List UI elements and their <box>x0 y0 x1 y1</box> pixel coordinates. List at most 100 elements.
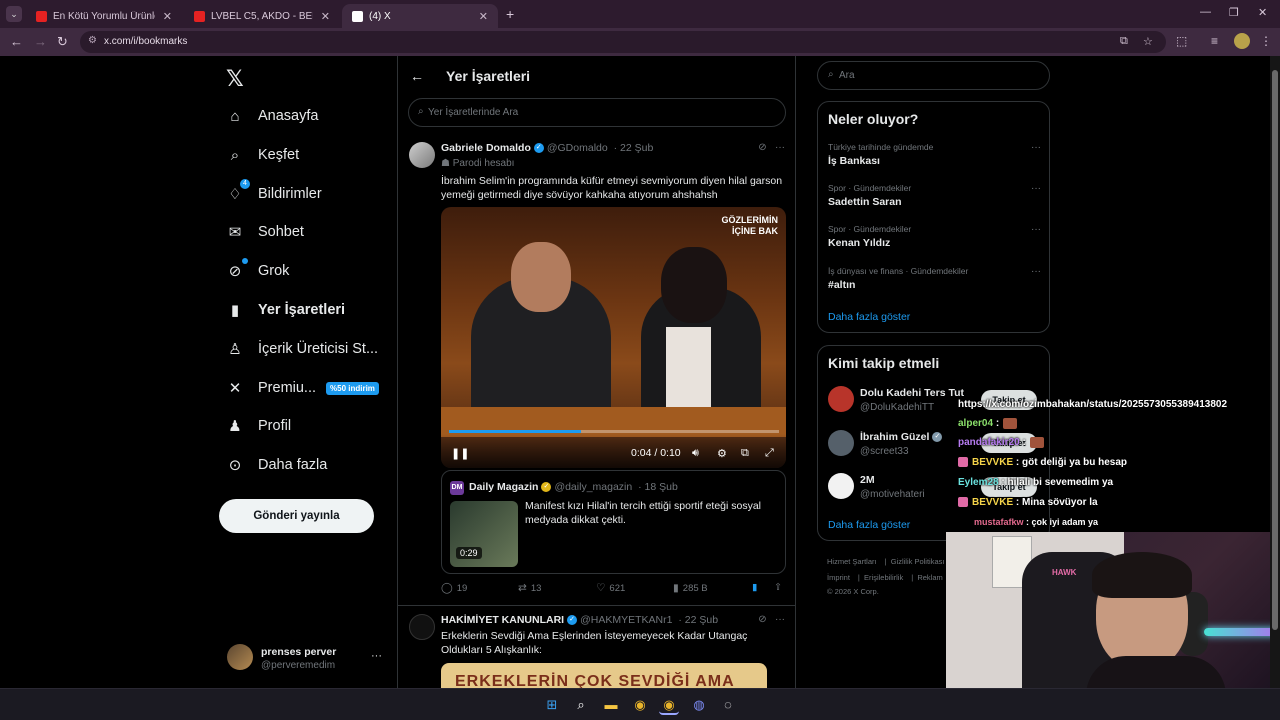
close-tab-icon[interactable]: ✕ <box>321 10 330 23</box>
quoted-tweet[interactable]: DM Daily Magazin ✓ @daily_magazin · 18 Şub… <box>441 470 786 574</box>
browser-profile-avatar[interactable] <box>1234 33 1250 49</box>
more-dots-icon[interactable]: ··· <box>775 614 785 625</box>
close-tab-icon[interactable]: ✕ <box>163 10 172 23</box>
settings-gear-icon[interactable]: ⚙ <box>717 447 727 460</box>
back-arrow-icon[interactable]: ← <box>410 68 424 84</box>
avatar[interactable] <box>828 430 854 456</box>
volume-icon[interactable]: 🔊︎ <box>692 447 699 460</box>
post-button[interactable]: Gönderi yayınla <box>219 499 374 533</box>
forward-arrow-icon[interactable]: → <box>34 34 47 49</box>
minimize-window-button[interactable]: — <box>1200 6 1211 18</box>
nav-item-grok[interactable]: ⊘ Grok <box>226 256 289 286</box>
close-window-button[interactable]: ✕ <box>1258 6 1267 19</box>
more-dots-icon[interactable]: ··· <box>775 142 785 153</box>
tweet-date[interactable]: · 22 Şub <box>614 142 654 154</box>
bookmarks-search-input[interactable]: ⌕ Yer İşaretlerinde Ara <box>408 98 786 127</box>
footer-link[interactable]: Erişilebilirlik <box>864 573 903 582</box>
chat-text: : göt deliği ya bu hesap <box>1015 457 1128 468</box>
like-button[interactable]: ♡ 621 <box>596 582 625 594</box>
nav-item-profile[interactable]: ♟ Profil <box>226 411 291 441</box>
grok-icon[interactable]: ⊘ <box>758 142 766 153</box>
tweet-author[interactable]: HAKİMİYET KANUNLARI ✓ @HAKMYETKANr1 · 22 Ş… <box>441 614 718 626</box>
chrome-icon[interactable]: ◉ <box>630 695 650 715</box>
author-name[interactable]: Gabriele Domaldo <box>441 142 531 154</box>
x-logo-icon[interactable]: 𝕏 <box>226 66 244 92</box>
back-arrow-icon[interactable]: ← <box>10 34 23 49</box>
scrollbar-thumb[interactable] <box>1272 70 1278 630</box>
avatar[interactable] <box>828 473 854 499</box>
reload-icon[interactable]: ↻ <box>57 34 68 50</box>
trend-item[interactable]: Spor · Gündemdekiler Kenan Yıldız ··· <box>828 224 1041 249</box>
avatar[interactable] <box>828 386 854 412</box>
browser-menu-icon[interactable]: ⋮ <box>1260 34 1272 48</box>
extensions-icon[interactable]: ⬚ <box>1176 34 1187 48</box>
author-handle[interactable]: @GDomaldo <box>547 142 608 154</box>
tweet-image[interactable]: ERKEKLERİN ÇOK SEVDİĞİ AMA <box>441 663 767 688</box>
footer-link[interactable]: Reklam <box>917 573 942 582</box>
chat-message: BEVVKE : Mina sövüyor la <box>958 497 1098 508</box>
bookmark-icon[interactable]: ▮ <box>752 582 757 593</box>
views-button[interactable]: ▮ 285 B <box>673 582 708 594</box>
avatar[interactable] <box>409 614 435 640</box>
page-scrollbar[interactable] <box>1270 56 1280 688</box>
browser-tab-active[interactable]: (4) X ✕ <box>342 4 498 28</box>
url-text[interactable]: x.com/i/bookmarks <box>104 36 187 47</box>
tweet[interactable]: Gabriele Domaldo ✓ @GDomaldo · 22 Şub ⊘ ··… <box>398 134 795 608</box>
install-app-icon[interactable]: ⧉ <box>1120 35 1128 48</box>
grok-icon[interactable]: ⊘ <box>758 614 766 625</box>
author-handle[interactable]: @HAKMYETKANr1 <box>580 614 672 626</box>
site-search-input[interactable]: ⌕ Ara <box>817 61 1050 90</box>
trends-show-more-link[interactable]: Daha fazla göster <box>828 311 910 323</box>
picture-in-picture-icon[interactable]: ⧉ <box>741 447 749 460</box>
footer-link[interactable]: Hizmet Şartları <box>827 557 877 566</box>
restore-window-button[interactable]: ❐ <box>1229 6 1239 19</box>
more-dots-icon[interactable]: ··· <box>1031 142 1041 153</box>
author-name[interactable]: HAKİMİYET KANUNLARI <box>441 614 564 626</box>
obs-icon[interactable]: ◌ <box>718 695 738 715</box>
media-controls-icon[interactable]: ≡ <box>1211 34 1218 48</box>
windows-start-icon[interactable]: ⊞ <box>542 695 562 715</box>
bookmark-star-icon[interactable]: ☆ <box>1143 35 1153 48</box>
nav-item-premium[interactable]: ✕ Premiu... %50 indirim <box>226 373 379 403</box>
nav-item-bookmarks[interactable]: ▮ Yer İşaretleri <box>226 295 345 325</box>
reply-button[interactable]: ◯ 19 <box>441 582 467 594</box>
video-progress-bar[interactable] <box>449 430 779 433</box>
more-dots-icon[interactable]: ··· <box>1031 183 1041 194</box>
tweet-author[interactable]: Gabriele Domaldo ✓ @GDomaldo · 22 Şub <box>441 142 653 154</box>
who-show-more-link[interactable]: Daha fazla göster <box>828 519 910 531</box>
browser-tab[interactable]: LVBEL C5, AKDO - BEN ÜNLÜYÜM ✕ <box>184 4 340 28</box>
nav-item-explore[interactable]: ⌕ Keşfet <box>226 140 299 170</box>
nav-item-more[interactable]: ⊙ Daha fazla <box>226 450 328 480</box>
nav-item-home[interactable]: ⌂ Anasayfa <box>226 101 318 131</box>
file-explorer-icon[interactable]: ▬ <box>601 695 621 715</box>
more-dots-icon[interactable]: ··· <box>1031 224 1041 235</box>
nav-item-notifications[interactable]: ♢ 4 Bildirimler <box>226 179 322 209</box>
pause-icon[interactable]: ❚❚ <box>451 447 469 460</box>
more-dots-icon[interactable]: ··· <box>1031 266 1041 277</box>
search-icon[interactable]: ⌕ <box>571 695 591 715</box>
footer-link[interactable]: İmprint <box>827 573 850 582</box>
avatar[interactable] <box>409 142 435 168</box>
close-tab-icon[interactable]: ✕ <box>479 10 488 23</box>
repost-button[interactable]: ⇄ 13 <box>518 582 541 594</box>
tab-search-menu-button[interactable]: ⌄ <box>6 6 22 22</box>
site-info-icon[interactable]: ⚙ <box>88 35 97 46</box>
nav-item-messages[interactable]: ✉ Sohbet <box>226 217 304 247</box>
address-bar[interactable]: ⚙ x.com/i/bookmarks ⧉ ☆ <box>80 31 1166 53</box>
tweet-date[interactable]: · 22 Şub <box>678 614 718 626</box>
fullscreen-icon[interactable]: ⤢ <box>765 447 774 460</box>
trend-item[interactable]: İş dünyası ve finans · Gündemdekiler #al… <box>828 266 1041 291</box>
more-dots-icon[interactable]: ··· <box>371 650 382 662</box>
account-switcher[interactable]: prenses perver @perveremedim ··· <box>227 644 387 674</box>
video-player[interactable]: GÖZLERİMİN İÇİNE BAK ❚❚ 0:04 / 0:10 🔊︎ ⚙… <box>441 207 786 468</box>
share-icon[interactable]: ⇪ <box>774 582 782 593</box>
browser-tab[interactable]: En Kötü Yorumlu Ürünleri Aldım ✕ <box>26 4 182 28</box>
nav-item-creator-studio[interactable]: ♙ İçerik Üreticisi St... <box>226 334 378 364</box>
quoted-author[interactable]: Daily Magazin ✓ @daily_magazin · 18 Şub <box>469 481 678 493</box>
chrome-icon[interactable]: ◉ <box>659 695 679 715</box>
discord-icon[interactable]: ◍ <box>689 695 709 715</box>
footer-link[interactable]: Gizlilik Politikası <box>891 557 945 566</box>
trend-item[interactable]: Spor · Gündemdekiler Sadettin Saran ··· <box>828 183 1041 208</box>
trend-item[interactable]: Türkiye tarihinde gündemde İş Bankası ··… <box>828 142 1041 167</box>
new-tab-button[interactable]: + <box>506 6 514 22</box>
